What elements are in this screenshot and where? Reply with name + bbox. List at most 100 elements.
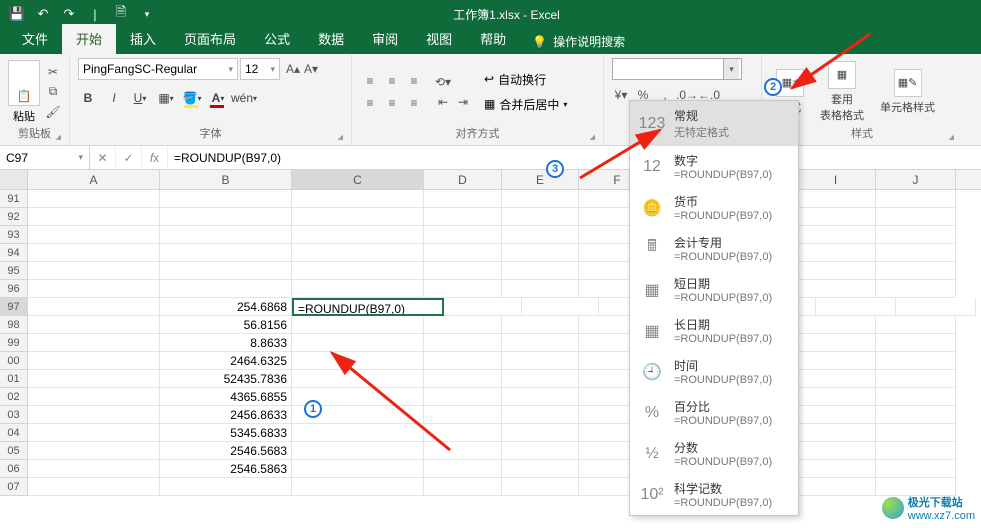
cell-D91[interactable] (424, 190, 502, 208)
cell-I95[interactable] (796, 262, 876, 280)
cell-A03[interactable] (28, 406, 160, 424)
cell-J01[interactable] (876, 370, 956, 388)
col-header-D[interactable]: D (424, 170, 502, 189)
tab-home[interactable]: 开始 (62, 24, 116, 54)
cell-J03[interactable] (876, 406, 956, 424)
cell-D95[interactable] (424, 262, 502, 280)
tab-review[interactable]: 审阅 (358, 24, 412, 54)
cell-B01[interactable]: 52435.7836 (160, 370, 292, 388)
cell-style-button[interactable]: ▦✎单元格样式 (874, 67, 941, 117)
cell-B93[interactable] (160, 226, 292, 244)
cell-B95[interactable] (160, 262, 292, 280)
qat-dropdown-icon[interactable]: ▾ (136, 3, 158, 25)
cell-B96[interactable] (160, 280, 292, 298)
cell-C96[interactable] (292, 280, 424, 298)
number-format-dropdown-icon[interactable]: ▾ (723, 59, 739, 79)
cell-A06[interactable] (28, 460, 160, 478)
increase-font-icon[interactable]: A▴ (284, 60, 302, 78)
cell-A04[interactable] (28, 424, 160, 442)
cell-B92[interactable] (160, 208, 292, 226)
font-name-select[interactable]: PingFangSC-Regular▾ (78, 58, 238, 80)
cell-E07[interactable] (502, 478, 579, 496)
col-header-I[interactable]: I (796, 170, 876, 189)
cell-C92[interactable] (292, 208, 424, 226)
col-header-C[interactable]: C (292, 170, 424, 189)
format-option-7[interactable]: %百分比=ROUNDUP(B97,0) (630, 392, 798, 433)
spreadsheet-grid[interactable]: ABCDEFGHIJ 91929394959697254.6868=ROUNDU… (0, 170, 981, 528)
cell-B02[interactable]: 4365.6855 (160, 388, 292, 406)
cell-A95[interactable] (28, 262, 160, 280)
cell-I03[interactable] (796, 406, 876, 424)
format-option-9[interactable]: 10²科学记数=ROUNDUP(B97,0) (630, 474, 798, 515)
cell-D01[interactable] (424, 370, 502, 388)
cell-J06[interactable] (876, 460, 956, 478)
row-header[interactable]: 04 (0, 424, 28, 442)
font-size-select[interactable]: 12▾ (240, 58, 280, 80)
row-header[interactable]: 05 (0, 442, 28, 460)
cell-J04[interactable] (876, 424, 956, 442)
cell-A00[interactable] (28, 352, 160, 370)
cell-B05[interactable]: 2546.5683 (160, 442, 292, 460)
cell-D99[interactable] (424, 334, 502, 352)
row-header[interactable]: 02 (0, 388, 28, 406)
cell-B97[interactable]: 254.6868 (160, 298, 292, 316)
format-option-4[interactable]: ▦短日期=ROUNDUP(B97,0) (630, 269, 798, 310)
cell-E96[interactable] (502, 280, 579, 298)
font-color-button[interactable]: A▾ (208, 88, 228, 108)
align-left-icon[interactable]: ≡ (360, 93, 380, 113)
tab-view[interactable]: 视图 (412, 24, 466, 54)
wrap-text-button[interactable]: ↩自动换行 (484, 71, 567, 88)
col-header-A[interactable]: A (28, 170, 160, 189)
indent-right-icon[interactable]: ⇥ (454, 93, 472, 111)
row-header[interactable]: 92 (0, 208, 28, 226)
cell-A97[interactable] (28, 298, 160, 316)
cell-C00[interactable] (292, 352, 424, 370)
cell-D97[interactable] (444, 298, 522, 316)
cell-I04[interactable] (796, 424, 876, 442)
cell-J95[interactable] (876, 262, 956, 280)
print-preview-icon[interactable]: 🗎 (110, 3, 132, 25)
format-option-1[interactable]: 12数字=ROUNDUP(B97,0) (630, 146, 798, 187)
cell-C06[interactable] (292, 460, 424, 478)
cell-I06[interactable] (796, 460, 876, 478)
cell-E02[interactable] (502, 388, 579, 406)
cell-J92[interactable] (876, 208, 956, 226)
cell-B98[interactable]: 56.8156 (160, 316, 292, 334)
cell-D98[interactable] (424, 316, 502, 334)
cell-D93[interactable] (424, 226, 502, 244)
cell-C94[interactable] (292, 244, 424, 262)
cell-I98[interactable] (796, 316, 876, 334)
cell-B06[interactable]: 2546.5863 (160, 460, 292, 478)
row-header[interactable]: 95 (0, 262, 28, 280)
border-button[interactable]: ▦▾ (156, 88, 176, 108)
cell-D92[interactable] (424, 208, 502, 226)
cell-J98[interactable] (876, 316, 956, 334)
phonetic-button[interactable]: wén▾ (234, 88, 254, 108)
cell-B91[interactable] (160, 190, 292, 208)
cell-E00[interactable] (502, 352, 579, 370)
italic-button[interactable]: I (104, 88, 124, 108)
cell-E97[interactable] (522, 298, 599, 316)
cell-I01[interactable] (796, 370, 876, 388)
format-option-8[interactable]: ½分数=ROUNDUP(B97,0) (630, 433, 798, 474)
cell-J97[interactable] (896, 298, 976, 316)
align-right-icon[interactable]: ≡ (404, 93, 424, 113)
row-header[interactable]: 93 (0, 226, 28, 244)
cell-J91[interactable] (876, 190, 956, 208)
cell-A02[interactable] (28, 388, 160, 406)
cell-C01[interactable] (292, 370, 424, 388)
cell-A92[interactable] (28, 208, 160, 226)
cell-D96[interactable] (424, 280, 502, 298)
orientation-icon[interactable]: ⟲▾ (434, 73, 452, 91)
cell-I99[interactable] (796, 334, 876, 352)
align-center-icon[interactable]: ≡ (382, 93, 402, 113)
cell-D06[interactable] (424, 460, 502, 478)
cell-D94[interactable] (424, 244, 502, 262)
row-header[interactable]: 98 (0, 316, 28, 334)
row-header[interactable]: 94 (0, 244, 28, 262)
cell-D07[interactable] (424, 478, 502, 496)
currency-icon[interactable]: ¥▾ (612, 86, 630, 104)
cell-D02[interactable] (424, 388, 502, 406)
cell-A07[interactable] (28, 478, 160, 496)
tab-data[interactable]: 数据 (304, 24, 358, 54)
